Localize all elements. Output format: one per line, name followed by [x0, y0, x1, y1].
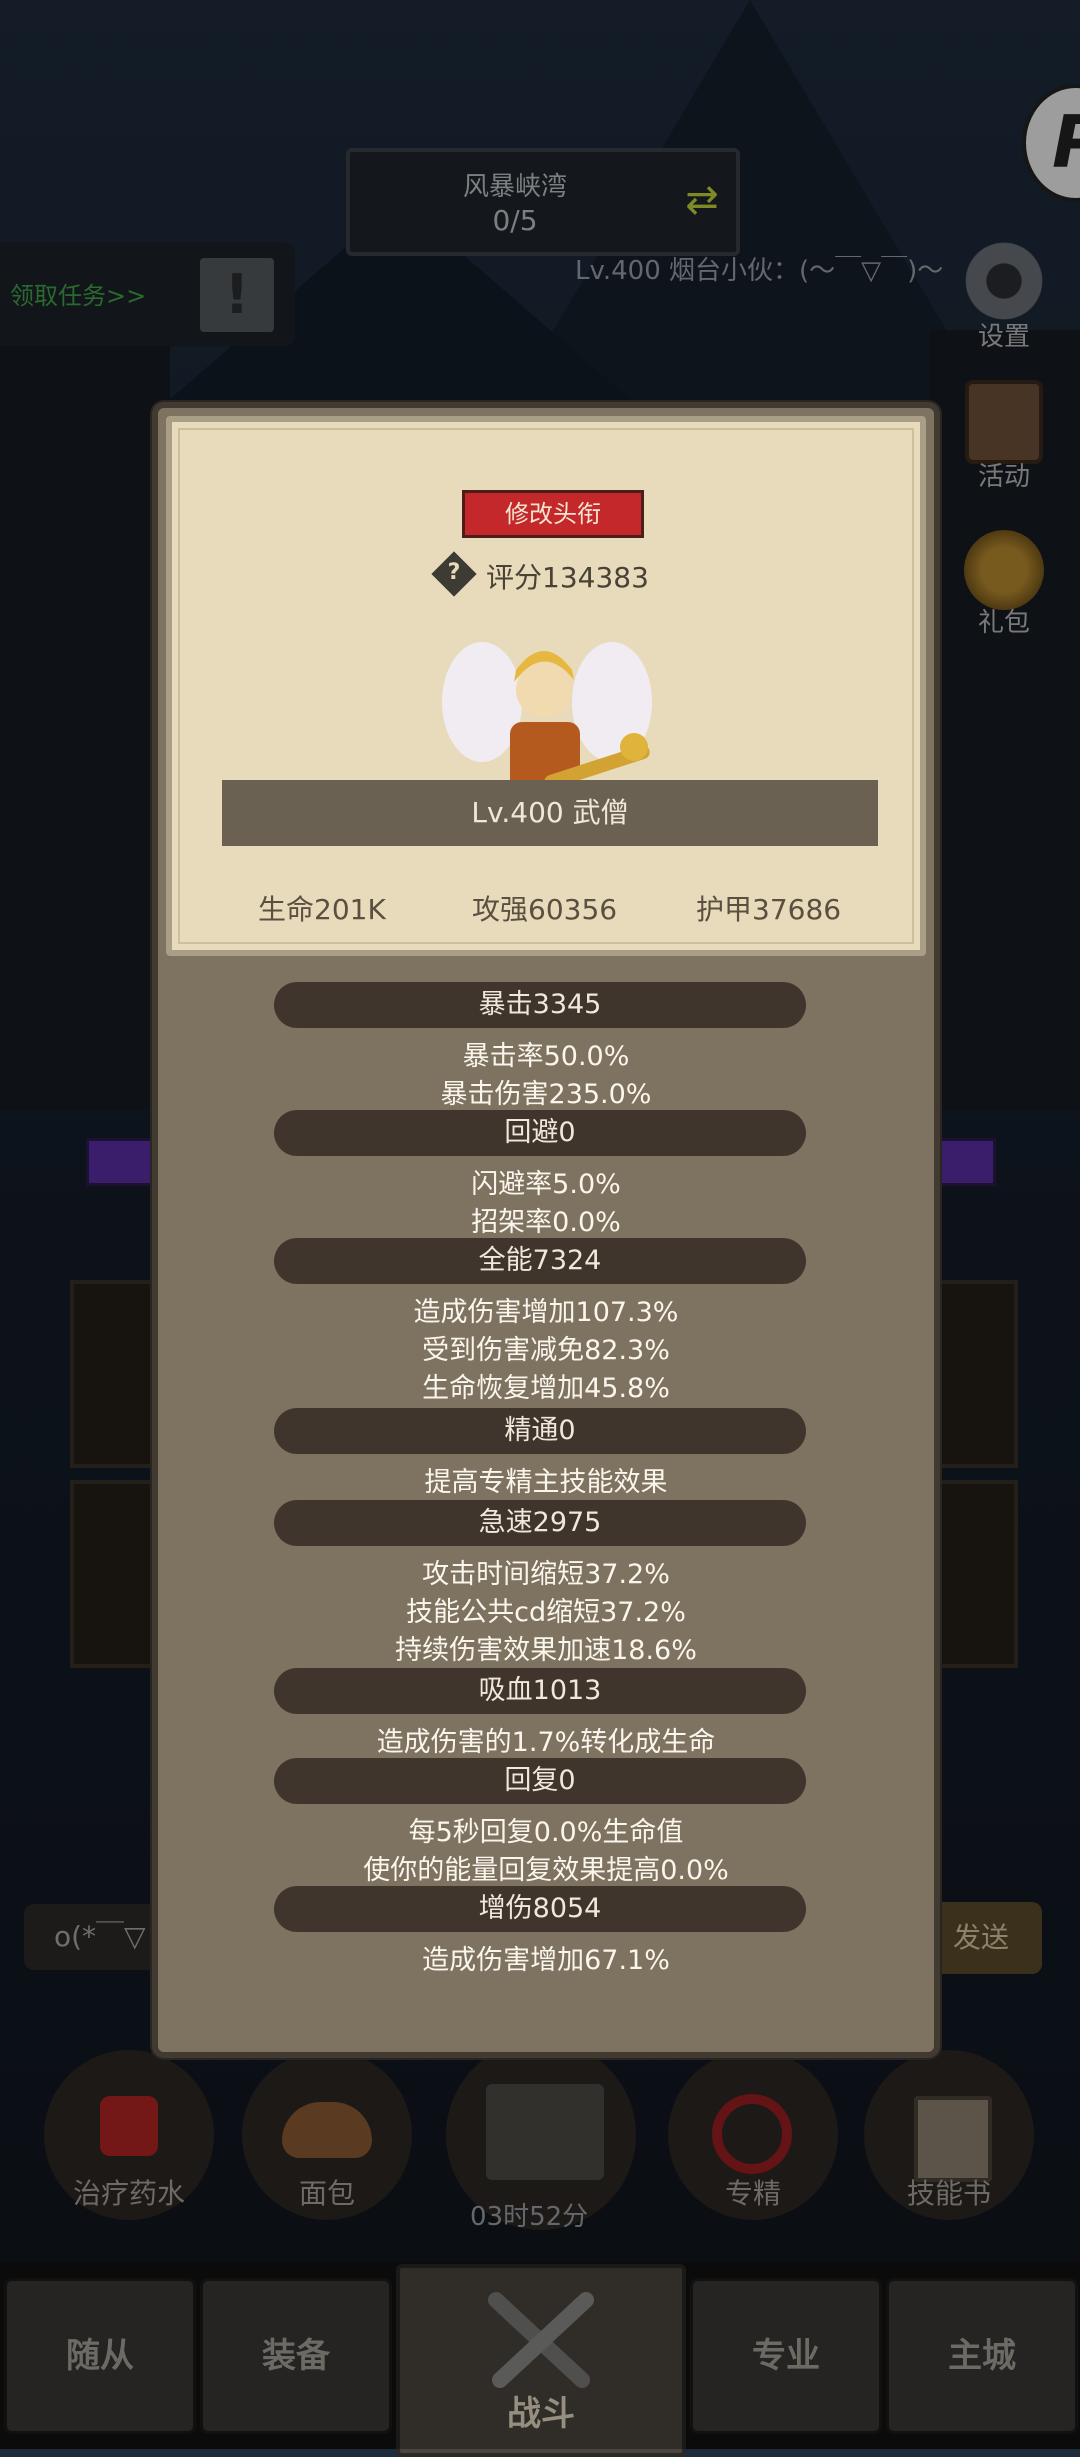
stat-line: 造成伤害增加107.3% — [413, 1297, 679, 1328]
stat-line: 使你的能量回复效果提高0.0% — [363, 1855, 729, 1886]
stat-line: 招架率0.0% — [471, 1207, 621, 1238]
stat-attack-power: 攻强60356 — [472, 893, 618, 926]
stat-header: 回避0 — [274, 1110, 806, 1156]
stat-line: 提高专精主技能效果 — [424, 1467, 668, 1498]
stat-line: 暴击率50.0% — [462, 1041, 630, 1072]
stat-header: 吸血1013 — [274, 1668, 806, 1714]
stat-header: 增伤8054 — [274, 1886, 806, 1932]
stat-line: 技能公共cd缩短37.2% — [406, 1597, 686, 1628]
stat-line: 造成伤害增加67.1% — [422, 1945, 670, 1976]
character-card: 修改头衔 ? 评分134383 Lv.400 武僧 生命201K 攻强60356… — [166, 416, 926, 956]
stat-header: 精通0 — [274, 1408, 806, 1454]
stat-line: 闪避率5.0% — [471, 1169, 621, 1200]
help-icon-glyph: ? — [447, 560, 461, 585]
rating-score: 评分134383 — [486, 561, 649, 594]
stat-header: 回复0 — [274, 1758, 806, 1804]
stat-armor: 护甲37686 — [696, 893, 842, 926]
stat-header: 全能7324 — [274, 1238, 806, 1284]
stat-header: 暴击3345 — [274, 982, 806, 1028]
stat-header: 急速2975 — [274, 1500, 806, 1546]
level-class-bar: Lv.400 武僧 — [222, 780, 878, 846]
stat-line: 造成伤害的1.7%转化成生命 — [376, 1727, 716, 1758]
edit-title-button[interactable]: 修改头衔 — [462, 490, 644, 538]
stat-line: 受到伤害减免82.3% — [422, 1335, 670, 1366]
character-stats-popup: 修改头衔 ? 评分134383 Lv.400 武僧 生命201K 攻强60356… — [152, 402, 940, 2058]
stat-line: 攻击时间缩短37.2% — [422, 1559, 670, 1590]
stat-line: 每5秒回复0.0%生命值 — [408, 1817, 684, 1848]
stat-line: 持续伤害效果加速18.6% — [395, 1635, 697, 1666]
stat-line: 暴击伤害235.0% — [440, 1079, 652, 1110]
stat-line: 生命恢复增加45.8% — [422, 1373, 670, 1404]
stat-health: 生命201K — [258, 893, 386, 926]
